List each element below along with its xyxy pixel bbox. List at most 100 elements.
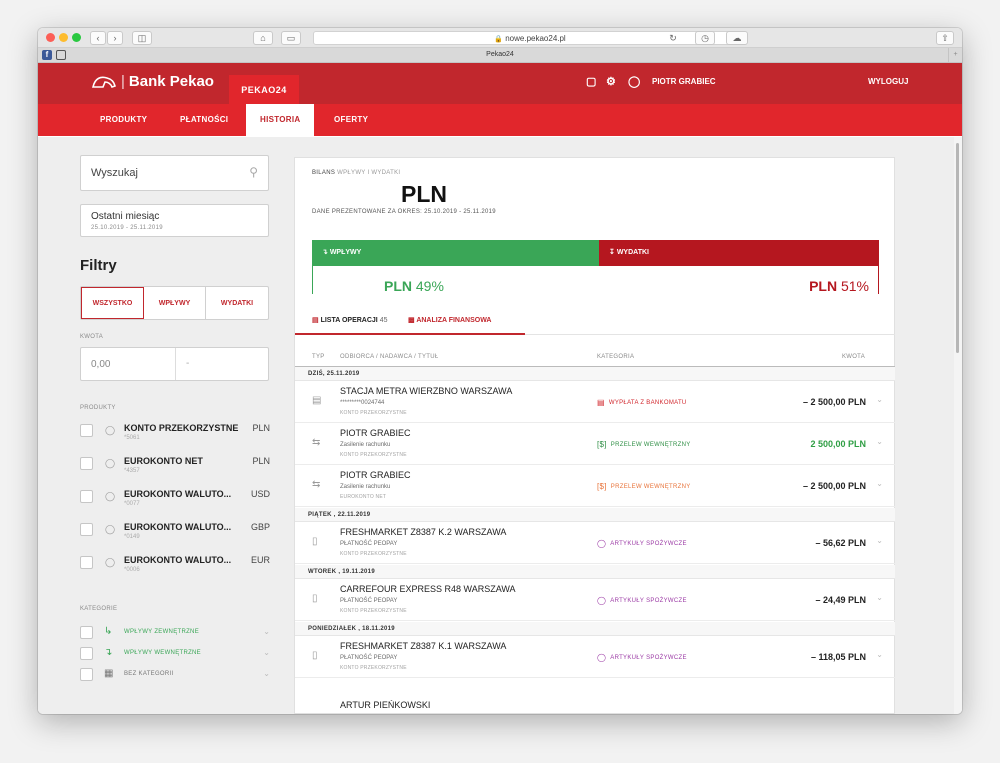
cloud-icon[interactable]: ☁ (726, 31, 748, 45)
search-input[interactable]: Wyszukaj ⚲ (80, 155, 269, 191)
tab-title[interactable]: Pekao24 (486, 51, 514, 58)
chevron-down-icon[interactable]: ⌄ (876, 437, 883, 446)
chevron-down-icon[interactable]: ⌄ (876, 479, 883, 488)
row-category[interactable]: ◯ ARTYKUŁY SPOŻYWCZE (597, 596, 687, 605)
gear-icon[interactable]: ⚙ (606, 75, 616, 88)
close-window-dot[interactable] (46, 33, 55, 42)
category-name: BEZ KATEGORII (124, 671, 174, 677)
row-title: FRESHMARKET Z8387 K.2 WARSZAWA (340, 527, 507, 537)
page-content: Wyszukaj ⚲ Ostatni miesiąc 25.10.2019 - … (38, 137, 962, 714)
user-icon[interactable]: ◯ (628, 75, 640, 88)
product-item[interactable]: ◯ EUROKONTO WALUTO... EUR *0006 (80, 555, 270, 583)
filter-income-button[interactable]: WPŁYWY (144, 287, 206, 319)
tab-lista-operacji[interactable]: ▤ LISTA OPERACJI 45 (312, 316, 388, 324)
period-text: DANE PREZENTOWANE ZA OKRES: 25.10.2019 -… (312, 209, 496, 215)
pekao24-label: PEKAO24 (241, 84, 287, 95)
table-row[interactable]: ⇆ PIOTR GRABIEC Zasilenie rachunku EUROK… (295, 466, 895, 507)
user-name[interactable]: PIOTR GRABIEC (652, 77, 716, 86)
phone-icon: ▯ (312, 650, 318, 661)
table-row[interactable]: ▤ STACJA METRA WIERZBNO WARSZAWA *******… (295, 382, 895, 423)
product-item[interactable]: ◯ EUROKONTO NET PLN *4357 (80, 456, 270, 484)
nav-historia[interactable]: HISTORIA (246, 104, 315, 136)
category-item[interactable]: ▦ BEZ KATEGORII ⌄ (80, 668, 270, 684)
table-row[interactable]: ⇆ PIOTR GRABIEC Zasilenie rachunku KONTO… (295, 424, 895, 465)
bank-logo[interactable]: | Bank Pekao (91, 73, 214, 90)
filters-title: Filtry (80, 257, 117, 274)
row-category[interactable]: ◯ ARTYKUŁY SPOŻYWCZE (597, 539, 687, 548)
row-category[interactable]: [$] PRZELEW WEWNĘTRZNY (597, 482, 691, 491)
product-currency: GBP (250, 522, 270, 532)
product-checkbox[interactable] (80, 457, 93, 470)
expense-bar[interactable]: ↧ WYDATKI (599, 240, 879, 266)
chevron-down-icon[interactable]: ⌄ (876, 395, 883, 404)
pekao24-tab[interactable]: PEKAO24 (229, 75, 299, 104)
category-checkbox[interactable] (80, 668, 93, 681)
chevron-down-icon[interactable]: ⌄ (876, 536, 883, 545)
product-checkbox[interactable] (80, 523, 93, 536)
income-percent: 49% (415, 278, 444, 294)
category-item[interactable]: ↴ WPŁYWY WEWNĘTRZNE ⌄ (80, 647, 270, 663)
product-item[interactable]: ◯ EUROKONTO WALUTO... GBP *0149 (80, 522, 270, 550)
chevron-down-icon[interactable]: ⌄ (263, 669, 270, 678)
forward-icon[interactable]: › (107, 31, 123, 45)
share-icon[interactable]: ⇧ (936, 31, 954, 45)
row-amount: – 118,05 PLN (810, 652, 866, 662)
search-icon[interactable]: ⚲ (249, 165, 258, 179)
table-row[interactable]: ▯ FRESHMARKET Z8387 K.2 WARSZAWA PŁATNOŚ… (295, 523, 895, 564)
history-icon[interactable]: ◷ (695, 31, 715, 45)
tabs-overview-icon[interactable]: ▭ (281, 31, 301, 45)
home-icon[interactable]: ⌂ (253, 31, 273, 45)
row-category[interactable]: ▤ WYPŁATA Z BANKOMATU (597, 398, 687, 407)
col-party: ODBIORCA / NADAWCA / TYTUŁ (340, 354, 439, 360)
amount-to-input[interactable]: - (186, 358, 189, 369)
amount-from-input[interactable]: 0,00 (91, 359, 110, 370)
bison-icon (92, 75, 116, 88)
table-row[interactable]: ▯ CARREFOUR EXPRESS R48 WARSZAWA PŁATNOŚ… (295, 580, 895, 621)
period-range: 25.10.2019 - 25.11.2019 (91, 225, 163, 231)
product-item[interactable]: ◯ KONTO PRZEKORZYSTNE PLN *5061 (80, 423, 270, 451)
search-placeholder: Wyszukaj (91, 167, 138, 179)
category-item[interactable]: ↳ WPŁYWY ZEWNĘTRZNE ⌄ (80, 626, 270, 642)
scrollbar[interactable] (954, 137, 962, 714)
document-icon[interactable]: ▢ (586, 75, 596, 88)
minimize-window-dot[interactable] (59, 33, 68, 42)
product-checkbox[interactable] (80, 556, 93, 569)
product-checkbox[interactable] (80, 424, 93, 437)
period-selector[interactable]: Ostatni miesiąc 25.10.2019 - 25.11.2019 (80, 204, 269, 237)
maximize-window-dot[interactable] (72, 33, 81, 42)
category-checkbox[interactable] (80, 626, 93, 639)
row-category[interactable]: [$] PRZELEW WEWNĘTRZNY (597, 440, 691, 449)
new-tab-icon[interactable]: + (948, 48, 962, 62)
back-icon[interactable]: ‹ (90, 31, 106, 45)
income-line (312, 266, 313, 294)
sidebar-toggle-icon[interactable]: ◫ (132, 31, 152, 45)
row-category[interactable]: ◯ ARTYKUŁY SPOŻYWCZE (597, 653, 687, 662)
tab-analiza[interactable]: ▩ ANALIZA FINANSOWA (408, 316, 492, 324)
chevron-down-icon[interactable]: ⌄ (263, 627, 270, 636)
category-checkbox[interactable] (80, 647, 93, 660)
product-checkbox[interactable] (80, 490, 93, 503)
income-bar[interactable]: ↴ WPŁYWY (312, 240, 599, 266)
transfer-icon: ⇆ (312, 437, 321, 448)
transfer-icon: ⇆ (312, 479, 321, 490)
filter-all-button[interactable]: WSZYSTKO (81, 287, 144, 319)
nav-oferty[interactable]: OFERTY (334, 115, 368, 124)
chevron-down-icon[interactable]: ⌄ (876, 593, 883, 602)
chevron-down-icon[interactable]: ⌄ (263, 648, 270, 657)
logout-button[interactable]: WYLOGUJ (868, 77, 908, 86)
reload-icon[interactable]: ↻ (664, 31, 682, 45)
nav-produkty[interactable]: PRODUKTY (100, 115, 147, 124)
row-account: KONTO PRZEKORZYSTNE (340, 452, 407, 458)
product-item[interactable]: ◯ EUROKONTO WALUTO... USD *0077 (80, 489, 270, 517)
piggy-bank-icon: ◯ (105, 458, 116, 468)
phone-icon: ▯ (312, 593, 318, 604)
facebook-icon[interactable]: f (42, 50, 52, 60)
table-row[interactable]: ▯ FRESHMARKET Z8387 K.1 WARSZAWA PŁATNOŚ… (295, 637, 895, 678)
chevron-down-icon[interactable]: ⌄ (876, 650, 883, 659)
product-name: EUROKONTO WALUTO... (124, 522, 232, 532)
row-account: KONTO PRZEKORZYSTNE (340, 551, 407, 557)
scrollbar-thumb[interactable] (956, 143, 959, 353)
nav-platnosci[interactable]: PŁATNOŚCI (180, 115, 228, 124)
instagram-icon[interactable] (56, 50, 66, 60)
filter-expense-button[interactable]: WYDATKI (206, 287, 268, 319)
